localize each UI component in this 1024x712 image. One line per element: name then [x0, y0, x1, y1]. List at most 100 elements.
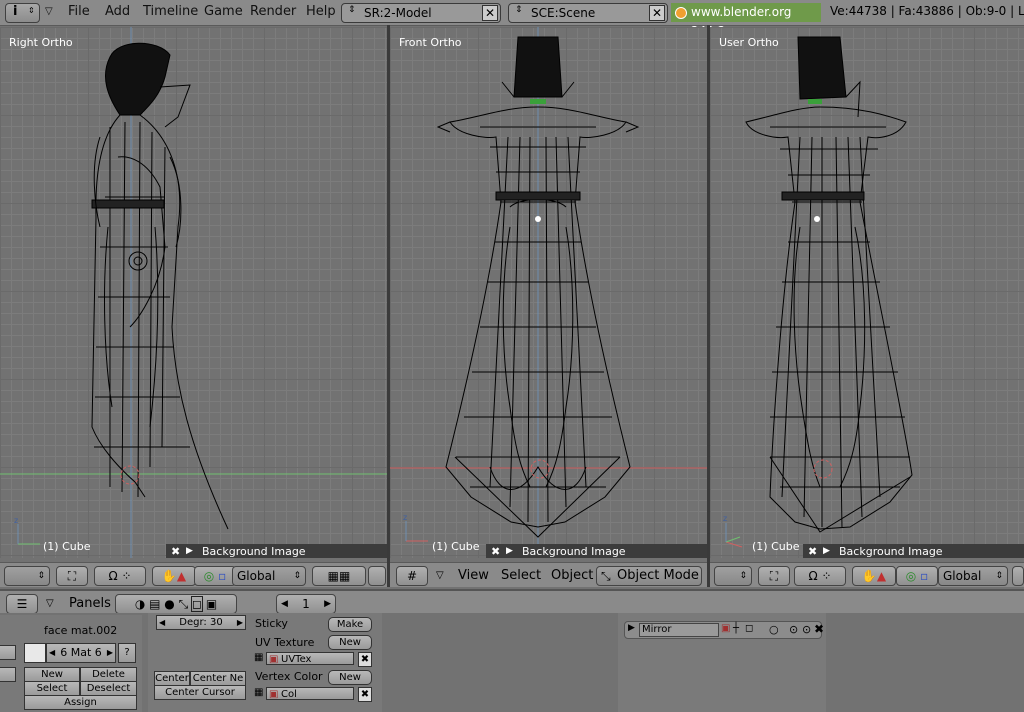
expand-arrow-icon[interactable]: ▶: [823, 544, 830, 558]
menu-timeline[interactable]: Timeline: [143, 4, 198, 19]
svg-text:z: z: [723, 514, 727, 523]
menu-add[interactable]: Add: [105, 4, 130, 19]
frame-number-field[interactable]: ◀ 1 ▶: [276, 594, 336, 614]
pivot-dropdown[interactable]: ⛶: [758, 566, 790, 586]
layer-buttons[interactable]: ▦▦: [312, 566, 366, 586]
orientation-dropdown[interactable]: Global ⇕: [938, 566, 1008, 586]
background-image-panel[interactable]: ✖ ▶ Background Image: [486, 544, 707, 558]
close-icon[interactable]: ✖: [171, 544, 180, 558]
background-image-panel[interactable]: ✖ ▶ Background Image: [803, 544, 1024, 558]
realtime-toggle-icon[interactable]: ┼: [733, 623, 739, 634]
top-header: i ⇕ ▽ File Add Timeline Game Render Help…: [0, 0, 1024, 38]
vertex-color-name-field[interactable]: ▣ Col: [266, 687, 354, 700]
vertex-color-label: Vertex Color: [255, 670, 323, 683]
menu-help[interactable]: Help: [306, 4, 336, 19]
editor-type-button[interactable]: i ⇕: [5, 3, 40, 23]
move-down-icon[interactable]: ⊙: [802, 623, 811, 636]
expand-arrow-icon[interactable]: ▶: [186, 544, 193, 558]
viewport-user-ortho[interactable]: z User Ortho (1) Cube ✖ ▶ Background Ima…: [710, 27, 1024, 558]
close-icon[interactable]: ✕: [649, 5, 665, 21]
menu-object[interactable]: Object: [551, 568, 593, 583]
context-buttons[interactable]: ◑ ▤ ● ⤡ ◻ ▣: [115, 594, 237, 614]
background-image-panel[interactable]: ✖ ▶ Background Image: [166, 544, 387, 558]
editor-type-button[interactable]: #: [396, 566, 428, 586]
panels-menu[interactable]: Panels: [69, 596, 111, 611]
viewport-right-ortho[interactable]: z Right Ortho (1) Cube ✖ ▶ Background Im…: [0, 27, 387, 558]
menu-select[interactable]: Select: [501, 568, 541, 583]
center-new-button[interactable]: Center Ne: [190, 671, 246, 686]
select-material-button[interactable]: Select: [24, 681, 80, 696]
delete-uv-texture-button[interactable]: ✖: [358, 652, 372, 667]
cage-toggle-icon[interactable]: ○: [769, 623, 779, 636]
snap-toggle[interactable]: Ω ⁘: [794, 566, 846, 586]
modifier-name-field[interactable]: Mirror: [639, 623, 719, 637]
delete-vertex-color-button[interactable]: ✖: [358, 687, 372, 702]
axis-gizmo-icon: z: [403, 513, 428, 542]
new-material-button[interactable]: New: [24, 667, 80, 682]
close-icon[interactable]: ✖: [814, 622, 824, 636]
menu-view[interactable]: View: [458, 568, 489, 583]
help-button[interactable]: ?: [118, 643, 136, 663]
grid-dots-icon: ⁘: [821, 569, 832, 583]
move-up-icon[interactable]: ⊙: [789, 623, 798, 636]
background-image-label: Background Image: [202, 545, 306, 558]
close-icon[interactable]: ✕: [482, 5, 498, 21]
manipulator-toggle[interactable]: ✋▲: [852, 566, 896, 586]
material-color-swatch[interactable]: [24, 643, 46, 663]
delete-material-button[interactable]: Delete: [80, 667, 137, 682]
layer-buttons[interactable]: [1012, 566, 1024, 586]
axis-gizmo-icon: z: [723, 514, 743, 548]
hand-icon: ✋: [861, 569, 877, 583]
viewport-front-ortho[interactable]: z Front Ortho (1) Cube ✖ ▶ Background Im…: [390, 27, 707, 558]
viewport-header-right: ⇕ ⛶ Ω ⁘ ✋▲ ◎ ▫ Global ⇕ ▦▦: [0, 562, 387, 587]
new-uv-texture-button[interactable]: New: [328, 635, 372, 650]
center-button[interactable]: Center: [154, 671, 190, 686]
menu-file[interactable]: File: [68, 4, 90, 19]
center-cursor-button[interactable]: Center Cursor: [154, 685, 246, 700]
mirror-modifier-header[interactable]: ▶ Mirror ▣ ┼ ◻ ○ ⊙ ⊙ ✖: [624, 621, 824, 639]
viewport-header-user: ⇕ ⛶ Ω ⁘ ✋▲ ◎ ▫ Global ⇕: [710, 562, 1024, 587]
buttons-window: face mat.002 ◀ 6 Mat 6 ▶ ? New Delete Se…: [0, 613, 1024, 712]
menu-game[interactable]: Game: [204, 4, 243, 19]
material-name: face mat.002: [44, 624, 118, 637]
close-icon[interactable]: ✖: [808, 544, 817, 558]
pivot-dropdown[interactable]: ⛶: [56, 566, 88, 586]
deselect-material-button[interactable]: Deselect: [80, 681, 137, 696]
scene-selector[interactable]: ⇕ SCE:Scene ✕: [508, 3, 668, 23]
degree-field[interactable]: ◀ Degr: 30 ▶: [156, 615, 246, 630]
viewport-title: Right Ortho: [9, 36, 73, 49]
make-sticky-button[interactable]: Make: [328, 617, 372, 632]
expand-arrow-icon[interactable]: ▶: [628, 623, 635, 633]
editor-type-button[interactable]: ☰: [6, 594, 38, 614]
layer-lock[interactable]: [368, 566, 386, 586]
prev-button[interactable]: [0, 645, 16, 660]
render-toggle-icon[interactable]: ▣: [721, 623, 730, 634]
screen-selector[interactable]: ⇕ SR:2-Model ✕: [341, 3, 501, 23]
prev-button[interactable]: [0, 667, 16, 682]
frame-value: 1: [302, 597, 310, 611]
manipulator-type[interactable]: ◎ ▫: [896, 566, 938, 586]
close-icon[interactable]: ✖: [491, 544, 500, 558]
blender-url-banner[interactable]: www.blender.org 249.2: [671, 3, 821, 38]
menu-render[interactable]: Render: [250, 4, 296, 19]
manipulator-toggle[interactable]: ✋▲: [152, 566, 196, 586]
draw-type-dropdown[interactable]: ⇕: [4, 566, 50, 586]
arrow-left-icon: ◀: [281, 599, 288, 609]
collapse-menu-icon[interactable]: ▽: [46, 598, 54, 609]
collapse-menu-icon[interactable]: ▽: [45, 6, 53, 17]
new-vertex-color-button[interactable]: New: [328, 670, 372, 685]
axis-gizmo-icon: z: [14, 516, 40, 545]
translate-manipulator-icon: ▲: [176, 569, 187, 583]
orientation-dropdown[interactable]: Global ⇕: [232, 566, 306, 586]
material-index-field[interactable]: ◀ 6 Mat 6 ▶: [46, 643, 116, 663]
scale-manipulator-icon: ▫: [218, 569, 227, 583]
expand-arrow-icon[interactable]: ▶: [506, 544, 513, 558]
assign-material-button[interactable]: Assign: [24, 695, 137, 710]
draw-type-dropdown[interactable]: ⇕: [714, 566, 752, 586]
collapse-menu-icon[interactable]: ▽: [436, 570, 444, 581]
uv-texture-name-field[interactable]: ▣ UVTex: [266, 652, 354, 665]
snap-toggle[interactable]: Ω ⁘: [94, 566, 146, 586]
manipulator-type[interactable]: ◎ ▫: [194, 566, 236, 586]
editmode-toggle-icon[interactable]: ◻: [745, 623, 753, 634]
mode-dropdown[interactable]: ⤡ Object Mode: [596, 566, 702, 586]
